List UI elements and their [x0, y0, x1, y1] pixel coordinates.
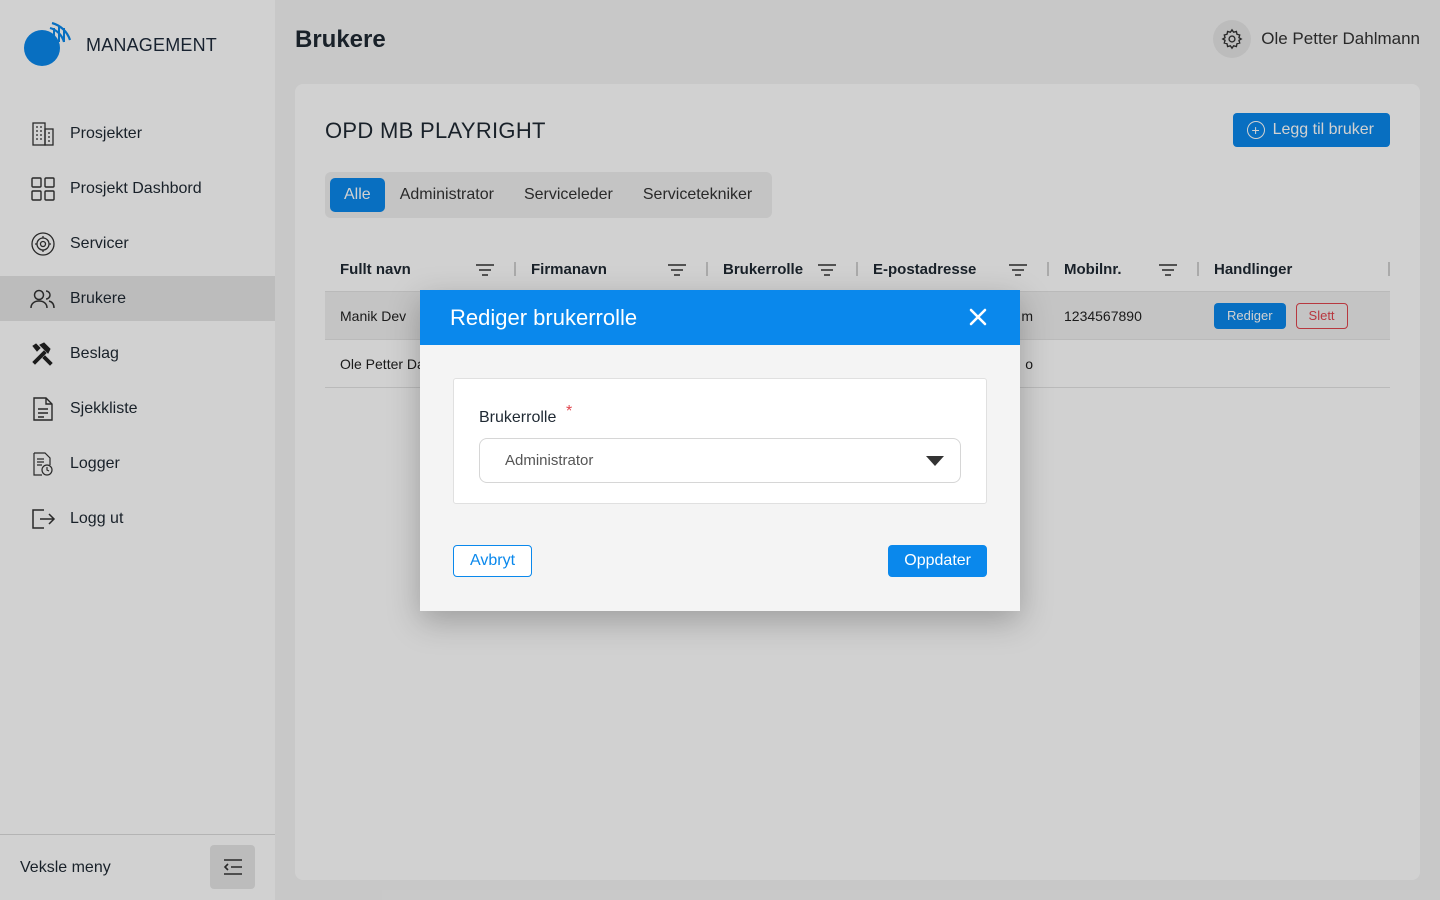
caret-down-icon — [926, 456, 944, 466]
role-select-value: Administrator — [505, 452, 594, 469]
modal-form: Brukerrolle * Administrator — [453, 378, 987, 504]
modal-title: Rediger brukerrolle — [450, 304, 638, 330]
cancel-button[interactable]: Avbryt — [453, 545, 533, 577]
required-mark: * — [566, 403, 573, 420]
close-icon[interactable] — [966, 305, 990, 329]
edit-role-modal: Rediger brukerrolle Brukerrolle * Admini… — [420, 290, 1020, 611]
role-select[interactable]: Administrator — [479, 438, 961, 483]
modal-header: Rediger brukerrolle — [420, 290, 1020, 345]
role-field-label: Brukerrolle — [479, 409, 557, 426]
update-button[interactable]: Oppdater — [888, 545, 987, 577]
